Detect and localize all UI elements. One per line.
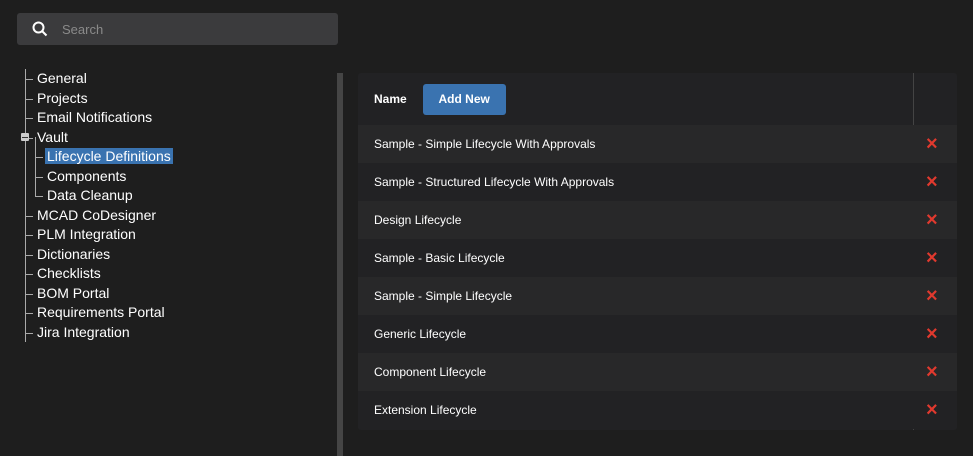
tree-item-label: Jira Integration	[37, 323, 130, 340]
tree-item-label: Projects	[37, 89, 88, 106]
search-box[interactable]	[17, 13, 338, 45]
table-row[interactable]: Sample - Structured Lifecycle With Appro…	[358, 163, 957, 201]
lifecycle-name: Sample - Simple Lifecycle	[374, 289, 513, 303]
table-header: Name Add New	[358, 73, 957, 125]
scrollbar[interactable]	[337, 73, 343, 456]
tree-item-label: MCAD CoDesigner	[37, 206, 157, 223]
delete-icon[interactable]: ×	[926, 323, 938, 346]
lifecycle-name: Extension Lifecycle	[374, 403, 477, 417]
lifecycle-name: Sample - Basic Lifecycle	[374, 251, 505, 265]
lifecycle-name: Sample - Structured Lifecycle With Appro…	[374, 175, 615, 189]
tree-item-data-cleanup[interactable]: Data Cleanup	[24, 186, 173, 206]
tree-item-checklists[interactable]: Checklists	[24, 264, 173, 284]
lifecycle-name: Generic Lifecycle	[374, 327, 467, 341]
collapse-icon[interactable]	[21, 133, 29, 141]
table-row[interactable]: Sample - Simple Lifecycle With Approvals…	[358, 125, 957, 163]
lifecycle-name: Sample - Simple Lifecycle With Approvals	[374, 137, 596, 151]
tree-item-plm-integration[interactable]: PLM Integration	[24, 225, 173, 245]
tree-item-label: Checklists	[37, 265, 101, 281]
tree-item-label: Dictionaries	[37, 245, 111, 262]
lifecycle-name: Component Lifecycle	[374, 365, 487, 379]
table-row[interactable]: Sample - Simple Lifecycle ×	[358, 277, 957, 315]
settings-tree: General Projects Email Notifications Vault L…	[21, 69, 173, 343]
table-row[interactable]: Sample - Basic Lifecycle ×	[358, 239, 957, 277]
table-row[interactable]: Design Lifecycle ×	[358, 201, 957, 239]
table-row[interactable]: Component Lifecycle ×	[358, 353, 957, 391]
tree-item-label: Data Cleanup	[47, 187, 133, 203]
tree-item-label: PLM Integration	[37, 226, 136, 242]
tree-item-dictionaries[interactable]: Dictionaries	[24, 245, 173, 265]
tree-item-bom-portal[interactable]: BOM Portal	[24, 284, 173, 304]
lifecycle-name: Design Lifecycle	[374, 213, 462, 227]
tree-item-label: BOM Portal	[37, 284, 110, 301]
tree-item-label: Email Notifications	[37, 109, 153, 125]
delete-icon[interactable]: ×	[926, 361, 938, 384]
tree-item-general[interactable]: General	[24, 69, 173, 89]
tree-item-components[interactable]: Components	[24, 167, 173, 187]
delete-icon[interactable]: ×	[926, 133, 938, 156]
tree-item-mcad-codesigner[interactable]: MCAD CoDesigner	[24, 206, 173, 226]
delete-icon[interactable]: ×	[926, 171, 938, 194]
tree-item-label: Requirements Portal	[37, 304, 165, 320]
delete-icon[interactable]: ×	[926, 209, 938, 232]
table-row[interactable]: Generic Lifecycle ×	[358, 315, 957, 353]
table-row[interactable]: Extension Lifecycle ×	[358, 391, 957, 429]
lifecycle-table: Name Add New Sample - Simple Lifecycle W…	[358, 73, 957, 430]
tree-item-label: General	[37, 70, 87, 86]
tree-item-requirements-portal[interactable]: Requirements Portal	[24, 303, 173, 323]
tree-item-label: Components	[47, 167, 127, 184]
tree-item-projects[interactable]: Projects	[24, 89, 173, 109]
tree-item-label: Lifecycle Definitions	[45, 148, 173, 164]
search-icon	[32, 21, 48, 37]
tree-item-jira-integration[interactable]: Jira Integration	[24, 323, 173, 343]
delete-icon[interactable]: ×	[926, 285, 938, 308]
search-input[interactable]	[60, 20, 314, 38]
add-new-button[interactable]: Add New	[422, 83, 506, 115]
tree-item-lifecycle-definitions[interactable]: Lifecycle Definitions	[24, 147, 173, 167]
delete-icon[interactable]: ×	[926, 247, 938, 270]
name-column-header: Name	[374, 92, 407, 106]
delete-icon[interactable]: ×	[926, 399, 938, 422]
tree-item-label: Vault	[37, 128, 68, 145]
tree-item-vault[interactable]: Vault	[24, 128, 173, 148]
tree-item-email-notifications[interactable]: Email Notifications	[24, 108, 173, 128]
